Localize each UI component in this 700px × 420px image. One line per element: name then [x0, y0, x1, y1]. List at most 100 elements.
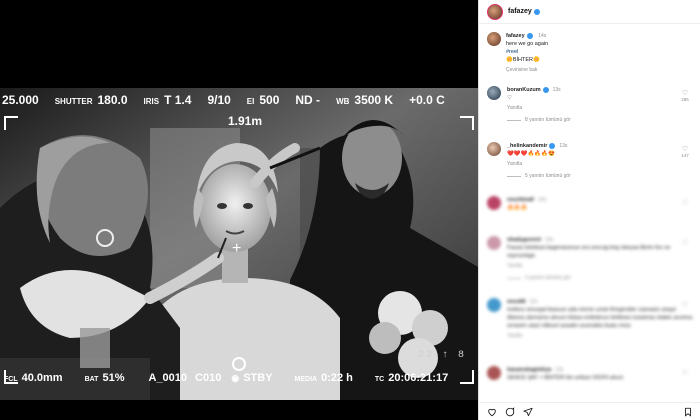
hud-media-label: MEDIA: [294, 376, 318, 383]
view-replies-link[interactable]: 8 yanıtın tümünü gör: [507, 117, 693, 123]
hud-media-value: 0:22 h: [321, 372, 353, 384]
hud-media: MEDIA 0:22 h: [295, 372, 353, 384]
hud-nd: ND -: [295, 93, 320, 107]
hud-ei: EI 500: [247, 93, 280, 107]
reply-button[interactable]: Yanıtla: [507, 104, 693, 112]
heart-icon[interactable]: ♡: [679, 146, 691, 153]
author-avatar[interactable]: [487, 3, 503, 20]
hud-fraction: 9/10: [207, 93, 230, 107]
hud-shutter-value: 180.0: [97, 93, 128, 107]
comment-username[interactable]: _helinkandemir: [507, 143, 547, 149]
comment-like[interactable]: ♡: [679, 200, 691, 207]
hud-card: C010: [195, 372, 221, 384]
post-media[interactable]: 25.000 SHUTTER 180.0 IRIS T 1.4 9/10 EI 500…: [0, 0, 478, 420]
comment-text: SENCE ŞAY + BİHTER bin sefaze 2024'li al…: [507, 375, 624, 381]
hud-wb: WB 3500 K: [336, 93, 393, 107]
heart-icon[interactable]: ♡: [679, 302, 691, 309]
hud-clip: A_0010: [149, 372, 188, 384]
comment-like[interactable]: ♡ 285: [679, 90, 691, 102]
hud-iris-label: IRIS: [143, 97, 160, 106]
focus-distance: 1.91m: [228, 114, 263, 128]
hud-shutter: SHUTTER 180.0: [55, 93, 128, 107]
comment-avatar[interactable]: [487, 142, 501, 156]
comment-text: mellors ümurgal ikasuun ada mirme ucluk …: [507, 307, 693, 329]
hud-tint-value: +0.0 C: [409, 93, 445, 107]
like-count: 285: [681, 97, 689, 102]
comment-avatar[interactable]: [487, 298, 501, 312]
reply-divider: [507, 119, 521, 121]
comment-username[interactable]: nevs66: [507, 299, 526, 305]
heart-icon[interactable]: ♡: [679, 240, 691, 247]
caption-hashtag[interactable]: #reel: [506, 48, 548, 56]
comment-like[interactable]: ♡ 147: [679, 146, 691, 158]
comment-verified-icon: [542, 86, 549, 93]
see-translation-link[interactable]: Çevirisine bak: [506, 66, 548, 74]
hud-battery-label: BAT: [84, 376, 99, 383]
comment-avatar[interactable]: [487, 366, 501, 380]
comment-username[interactable]: hasanubagiekiya: [507, 367, 551, 373]
reply-divider: [507, 175, 521, 177]
reply-divider: [507, 277, 521, 279]
standby-dot-icon: ◉: [231, 373, 240, 383]
reply-button[interactable]: Yanıtla: [507, 262, 693, 270]
post-header: fafazey: [479, 0, 700, 24]
hud-clip-value: A_0010: [148, 372, 188, 384]
camera-hud-bottom: FCL 40.0mm BAT 51% A_0010 C010 ◉ STBY MEDIA…: [0, 372, 478, 394]
bookmark-icon[interactable]: [683, 407, 693, 417]
comment-time: 12s: [529, 299, 538, 305]
comment-username[interactable]: boranKuzum: [507, 87, 541, 93]
share-send-icon[interactable]: [523, 407, 533, 417]
reply-button[interactable]: Yanıtla: [507, 332, 693, 340]
comment-like[interactable]: ♡: [679, 240, 691, 247]
comments-panel: fafazey fafazey 14s here we go again #re…: [478, 0, 700, 420]
like-heart-icon[interactable]: [487, 407, 497, 417]
hud-iris-value: T 1.4: [164, 93, 192, 107]
comment-text: ♡: [507, 95, 512, 101]
comment-avatar[interactable]: [487, 196, 501, 210]
hud-wb-label: WB: [336, 97, 350, 106]
record-indicator-icon: [232, 357, 246, 371]
caption-avatar[interactable]: [487, 32, 501, 46]
hud-ei-label: EI: [246, 97, 255, 106]
comment-like[interactable]: ♡: [679, 370, 691, 377]
comment-username[interactable]: shadyguvent: [507, 237, 541, 243]
hud-standby-value: STBY: [243, 372, 273, 384]
caption-line-3: 🌼BİHTER🌼: [506, 57, 540, 63]
heart-icon[interactable]: ♡: [679, 370, 691, 377]
frame-guide-top-left: [4, 116, 18, 130]
comment-like[interactable]: ♡: [679, 302, 691, 309]
comment-text: 🔥🔥🔥: [507, 205, 528, 211]
post-action-bar: [479, 402, 700, 420]
hud-fraction-value: 9/10: [207, 93, 231, 107]
comment-item: boranKuzum 13s ♡ Yanıtla 8 yanıtın tümünü…: [487, 86, 693, 123]
view-replies-link[interactable]: 3 yanıtın tümünü gör: [507, 275, 693, 281]
heart-icon[interactable]: ♡: [679, 90, 691, 97]
view-replies-label: 8 yanıtın tümünü gör: [525, 117, 571, 123]
caption-verified-icon: [526, 32, 533, 39]
comment-bubble-icon[interactable]: [505, 406, 515, 417]
hud-card-value: C010: [195, 372, 222, 384]
comment-avatar[interactable]: [487, 236, 501, 250]
frame-guide-top-right: [460, 116, 474, 130]
comment-username[interactable]: nourbtoall: [507, 197, 534, 203]
hud-battery: BAT 51%: [85, 372, 125, 384]
reply-button[interactable]: Yanıtla: [507, 160, 693, 168]
hud-tint: +0.0 C: [409, 93, 445, 107]
comment-avatar[interactable]: [487, 86, 501, 100]
hud-battery-value: 51%: [102, 372, 125, 384]
post-caption: fafazey 14s here we go again #reel 🌼BİHT…: [479, 24, 700, 74]
hud-nd-value: ND -: [295, 93, 321, 107]
instagram-post-view: 25.000 SHUTTER 180.0 IRIS T 1.4 9/10 EI 500…: [0, 0, 700, 420]
view-replies-link[interactable]: 5 yanıtın tümünü gör: [507, 173, 693, 179]
hud-standby: ◉ STBY: [231, 372, 272, 384]
heart-icon[interactable]: ♡: [679, 200, 691, 207]
verified-badge-icon: [533, 8, 540, 15]
comment-item: hasanubagiekiya 13s SENCE ŞAY + BİHTER bi…: [487, 366, 693, 382]
hud-iris: IRIS T 1.4: [144, 93, 192, 107]
author-username[interactable]: fafazey: [508, 8, 532, 15]
hud-shutter-label: SHUTTER: [54, 97, 93, 106]
camera-hud-top: 25.000 SHUTTER 180.0 IRIS T 1.4 9/10 EI 500…: [0, 90, 478, 110]
view-replies-label: 5 yanıtın tümünü gör: [525, 173, 571, 179]
frame-counter: 23 ↑ 8: [418, 350, 467, 361]
caption-username[interactable]: fafazey: [506, 33, 525, 39]
